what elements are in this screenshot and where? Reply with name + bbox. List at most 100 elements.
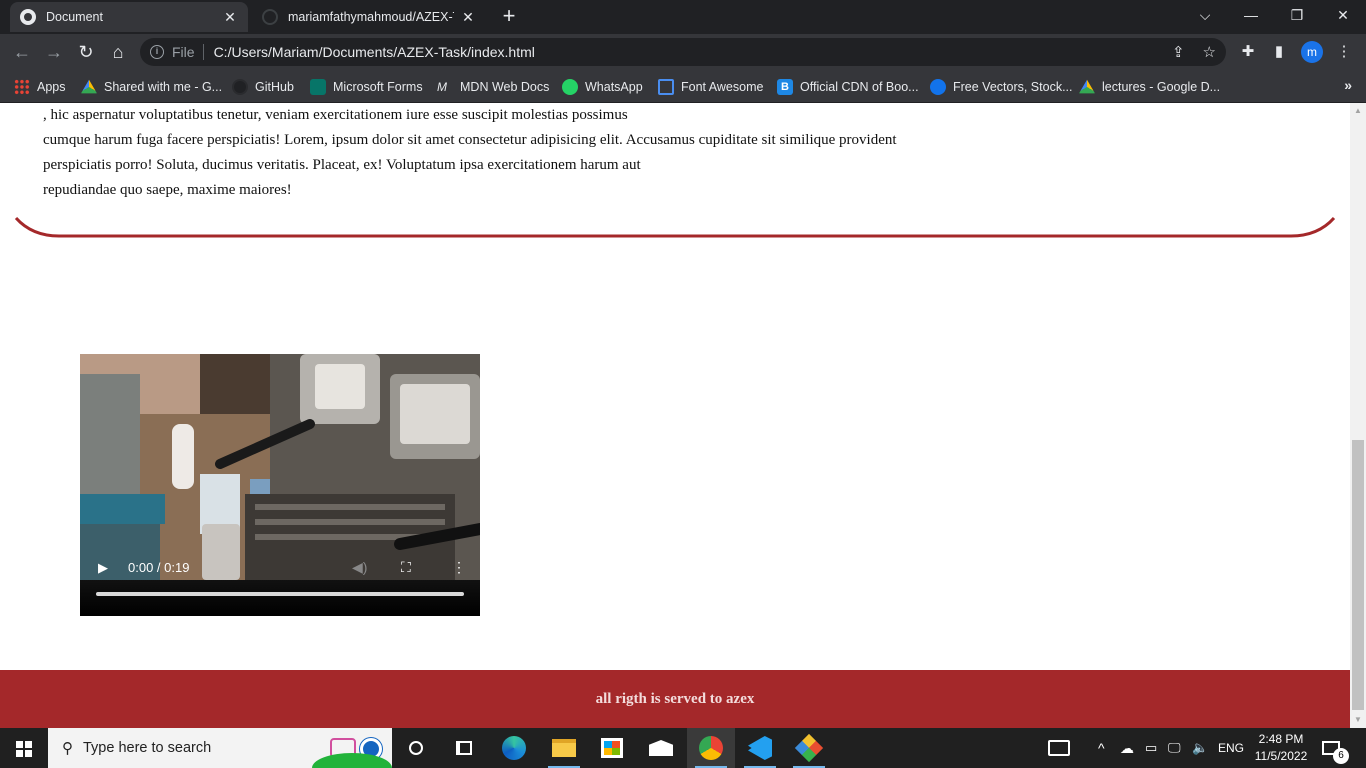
taskbar-vscode[interactable]	[736, 728, 784, 768]
search-placeholder: Type here to search	[83, 740, 212, 756]
tab-title: Document	[46, 10, 103, 24]
start-button[interactable]	[0, 728, 48, 768]
browser-toolbar: ← → ↻ ⌂ i File C:/Users/Mariam/Documents…	[0, 34, 1366, 70]
bookmark-label: MDN Web Docs	[460, 80, 550, 94]
tab-document[interactable]: Document ✕	[10, 2, 248, 32]
bookmark-bootstrap-cdn[interactable]: B Official CDN of Boo...	[777, 77, 919, 97]
fullscreen-icon[interactable]: ⛶	[401, 559, 411, 576]
tab-search-icon[interactable]: ⌵	[1182, 0, 1228, 30]
more-bookmarks-icon[interactable]: »	[1344, 77, 1352, 93]
bookmark-whatsapp[interactable]: WhatsApp	[562, 77, 643, 97]
scrollbar-thumb[interactable]	[1352, 440, 1364, 710]
url-text[interactable]: C:/Users/Mariam/Documents/AZEX-Task/inde…	[214, 44, 1154, 60]
restore-button[interactable]: ❐	[1274, 0, 1320, 30]
share-icon[interactable]: ⇪	[1172, 43, 1185, 61]
chrome-icon	[699, 736, 723, 760]
github-icon	[232, 79, 248, 95]
extensions-icon[interactable]: ✚	[1238, 42, 1258, 62]
taskbar-chrome[interactable]	[687, 728, 735, 768]
edge-icon	[502, 736, 526, 760]
browser-tab-strip: Document ✕ mariamfathymahmoud/AZEX-Tas ✕…	[0, 0, 1366, 34]
divider	[202, 44, 204, 60]
tab-title: mariamfathymahmoud/AZEX-Tas	[288, 10, 454, 24]
taskbar-store[interactable]	[588, 728, 636, 768]
store-bag-icon	[601, 738, 623, 758]
globe-icon	[20, 9, 36, 25]
taskbar-search-box[interactable]: ⚲ Type here to search	[48, 728, 392, 768]
git-diamond-icon	[794, 733, 824, 763]
scroll-down-arrow-icon[interactable]: ▼	[1350, 712, 1366, 728]
forward-button[interactable]: →	[42, 40, 66, 64]
search-icon: ⚲	[62, 740, 73, 757]
whatsapp-icon	[562, 79, 578, 95]
info-icon[interactable]: i	[150, 45, 164, 59]
mail-envelope-icon	[649, 740, 673, 756]
bookmark-label: lectures - Google D...	[1102, 80, 1221, 94]
network-icon[interactable]: 🖵	[1168, 728, 1181, 768]
paragraph-line: cumque harum fuga facere perspiciatis! L…	[43, 132, 897, 148]
github-icon	[262, 9, 278, 25]
bookmark-github[interactable]: GitHub	[232, 77, 294, 97]
cortana-circle-icon	[409, 741, 423, 755]
bookmark-label: Free Vectors, Stock...	[953, 80, 1073, 94]
reload-button[interactable]: ↻	[74, 40, 98, 64]
bookmark-label: Official CDN of Boo...	[800, 80, 919, 94]
scheme-label: File	[172, 44, 195, 60]
paragraph-line: perspiciatis porro! Soluta, ducimus veri…	[43, 157, 641, 173]
address-bar[interactable]: i File C:/Users/Mariam/Documents/AZEX-Ta…	[140, 38, 1226, 66]
profile-avatar[interactable]: m	[1301, 41, 1323, 63]
task-view-timeline-button[interactable]	[440, 728, 488, 768]
scroll-up-arrow-icon[interactable]: ▲	[1350, 103, 1366, 119]
vscode-icon	[748, 736, 772, 760]
folder-icon	[552, 739, 576, 757]
video-time: 0:00 / 0:19	[128, 560, 190, 575]
system-clock[interactable]: 2:48 PM 11/5/2022	[1252, 731, 1310, 765]
bookmark-label: Font Awesome	[681, 80, 764, 94]
bookmark-label: WhatsApp	[585, 80, 643, 94]
close-window-button[interactable]: ✕	[1320, 0, 1366, 30]
volume-icon[interactable]: 🔈	[1192, 728, 1208, 768]
taskbar-git-app[interactable]	[785, 728, 833, 768]
bookmarks-bar: Apps Shared with me - G... GitHub Micros…	[0, 70, 1366, 103]
tab-github-repo[interactable]: mariamfathymahmoud/AZEX-Tas ✕	[252, 2, 486, 32]
news-widget-icon[interactable]	[1048, 728, 1070, 768]
language-indicator[interactable]: ENG	[1218, 728, 1244, 768]
bookmark-star-icon[interactable]: ☆	[1203, 43, 1216, 61]
video-menu-kebab-icon[interactable]: ⋮	[452, 559, 466, 576]
clock-date: 11/5/2022	[1254, 749, 1308, 763]
windows-taskbar: ⚲ Type here to search ^ ☁ ▭ 🖵 🔈 ENG 2:48…	[0, 728, 1366, 768]
bookmark-font-awesome[interactable]: Font Awesome	[658, 77, 763, 97]
close-tab-icon[interactable]: ✕	[460, 9, 476, 26]
close-tab-icon[interactable]: ✕	[222, 9, 238, 26]
bootstrap-icon: B	[777, 79, 793, 95]
bookmark-free-vectors[interactable]: Free Vectors, Stock...	[930, 77, 1073, 97]
show-hidden-icons-chevron-icon[interactable]: ^	[1098, 728, 1105, 768]
bookmark-shared-with-me[interactable]: Shared with me - G...	[81, 77, 222, 97]
new-tab-button[interactable]: +	[496, 4, 522, 30]
battery-icon[interactable]: ▭	[1145, 728, 1157, 768]
taskbar-edge[interactable]	[490, 728, 538, 768]
back-button[interactable]: ←	[10, 40, 34, 64]
side-panel-icon[interactable]: ▮	[1269, 42, 1289, 62]
bookmark-apps[interactable]: Apps	[14, 77, 66, 97]
page-scrollbar[interactable]: ▲ ▼	[1350, 103, 1366, 728]
bookmark-label: Shared with me - G...	[104, 80, 223, 94]
task-view-button[interactable]	[392, 728, 440, 768]
play-icon[interactable]: ▶	[98, 560, 108, 576]
video-progress-bar[interactable]	[96, 592, 464, 596]
volume-icon[interactable]: ◀)	[352, 559, 367, 576]
onedrive-cloud-icon[interactable]: ☁	[1120, 728, 1134, 768]
bookmark-microsoft-forms[interactable]: Microsoft Forms	[310, 77, 423, 97]
menu-kebab-icon[interactable]: ⋮	[1334, 42, 1354, 62]
notification-center-button[interactable]: 6	[1322, 728, 1349, 768]
minimize-button[interactable]: —	[1228, 0, 1274, 30]
bookmark-lectures[interactable]: lectures - Google D...	[1079, 77, 1220, 97]
home-button[interactable]: ⌂	[106, 40, 130, 64]
bookmark-mdn[interactable]: M MDN Web Docs	[437, 77, 549, 97]
taskbar-file-explorer[interactable]	[540, 728, 588, 768]
bookmark-label: GitHub	[255, 80, 294, 94]
page-viewport: , hic aspernatur voluptatibus tenetur, v…	[0, 103, 1350, 728]
video-player[interactable]: ▶ 0:00 / 0:19 ◀) ⛶ ⋮	[80, 354, 480, 616]
clock-time: 2:48 PM	[1258, 732, 1304, 746]
taskbar-mail[interactable]	[637, 728, 685, 768]
